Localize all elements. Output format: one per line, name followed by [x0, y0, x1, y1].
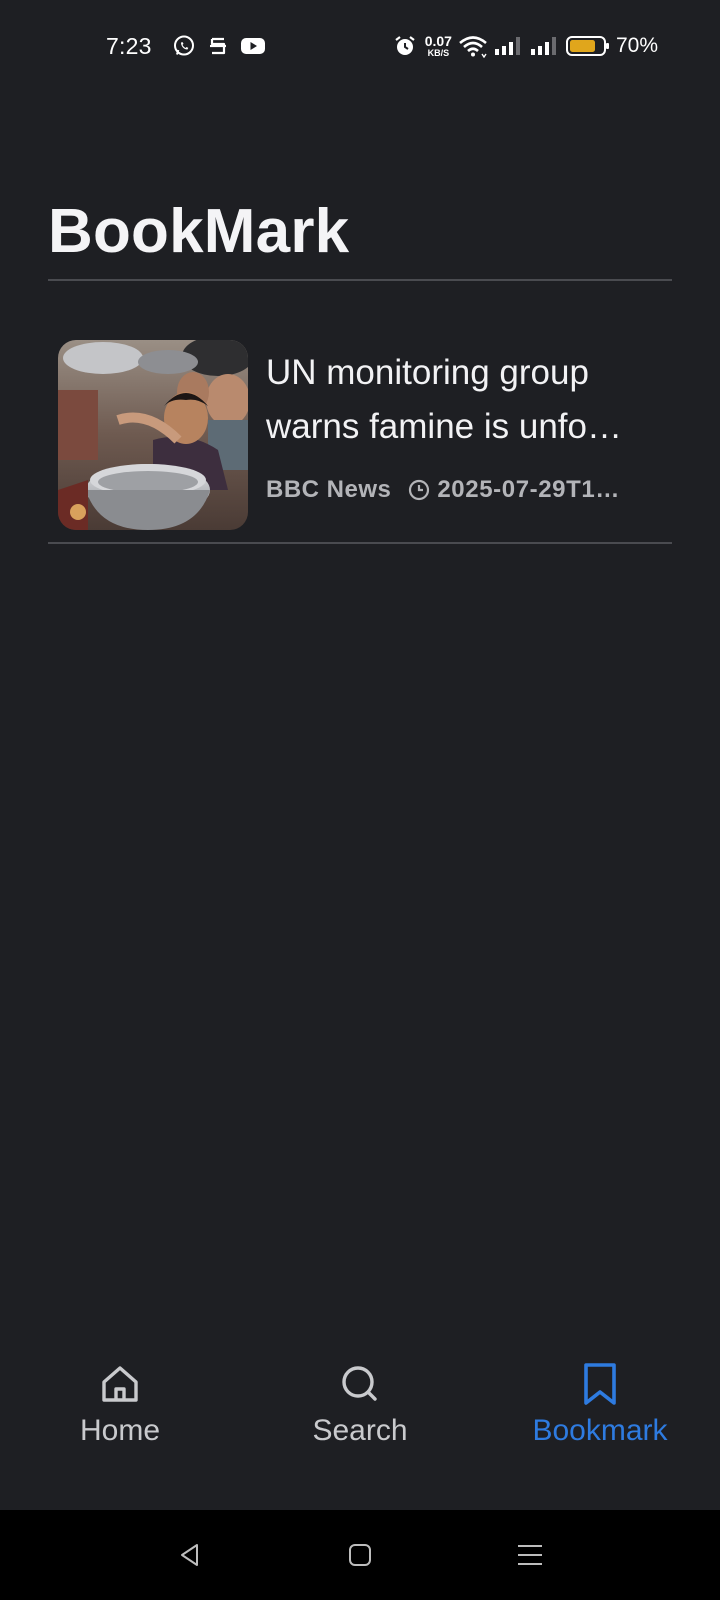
- menu-button[interactable]: [445, 1540, 615, 1570]
- article-title-line: UN monitoring group: [266, 353, 589, 392]
- bookmark-item[interactable]: UN monitoring group warns famine is unfo…: [48, 328, 672, 542]
- status-right: 0.07 KB/S 70%: [393, 34, 658, 58]
- article-source: BBC News: [266, 476, 392, 503]
- nav-search-label: Search: [312, 1414, 408, 1447]
- system-nav-bar: [0, 1510, 720, 1600]
- article-title-line: warns famine is unfo…: [266, 407, 622, 446]
- battery-icon: [565, 35, 610, 57]
- network-speed-value: 0.07: [424, 33, 452, 49]
- list-divider: [48, 542, 672, 544]
- search-icon: [339, 1360, 381, 1408]
- youtube-icon: [240, 36, 266, 56]
- back-icon: [181, 1544, 198, 1566]
- nav-home-label: Home: [79, 1414, 161, 1447]
- menu-icon: [518, 1545, 542, 1565]
- article-meta: BBC News 2025-07-29T1…: [266, 476, 666, 504]
- back-button[interactable]: [105, 1540, 275, 1570]
- status-left: 7:23: [106, 33, 278, 60]
- nav-bookmark-label: Bookmark: [532, 1414, 668, 1447]
- signal-icon: [494, 35, 522, 57]
- status-time: 7:23: [106, 32, 152, 59]
- app-notification-icon: [208, 35, 228, 57]
- whatsapp-icon: [172, 34, 196, 58]
- nav-home[interactable]: Home: [0, 1360, 240, 1510]
- bookmark-icon: [579, 1360, 621, 1408]
- nav-search[interactable]: Search: [240, 1360, 480, 1510]
- signal-icon: [530, 35, 558, 57]
- article-thumbnail: [58, 340, 248, 530]
- square-icon: [349, 1544, 371, 1566]
- clock-icon: [407, 478, 431, 502]
- network-speed-unit: KB/S: [427, 48, 450, 58]
- bottom-nav: Home Search Bookmark: [0, 1360, 720, 1510]
- home-icon: [99, 1360, 141, 1408]
- status-bar: 7:23 0.07 KB/S 70%: [0, 0, 720, 92]
- network-speed: 0.07 KB/S: [425, 34, 452, 58]
- screen: 7:23 0.07 KB/S 70% BookMark UN monitorin…: [0, 0, 720, 1600]
- article-date: 2025-07-29T1…: [437, 476, 620, 503]
- home-button[interactable]: [275, 1540, 445, 1570]
- battery-percent: 70%: [615, 34, 658, 57]
- article-title: UN monitoring group warns famine is unfo…: [266, 346, 666, 454]
- page-title: BookMark: [48, 197, 350, 266]
- nav-bookmark[interactable]: Bookmark: [480, 1360, 720, 1510]
- header-divider: [48, 279, 672, 281]
- alarm-icon: [393, 34, 417, 58]
- wifi-icon: [458, 34, 488, 58]
